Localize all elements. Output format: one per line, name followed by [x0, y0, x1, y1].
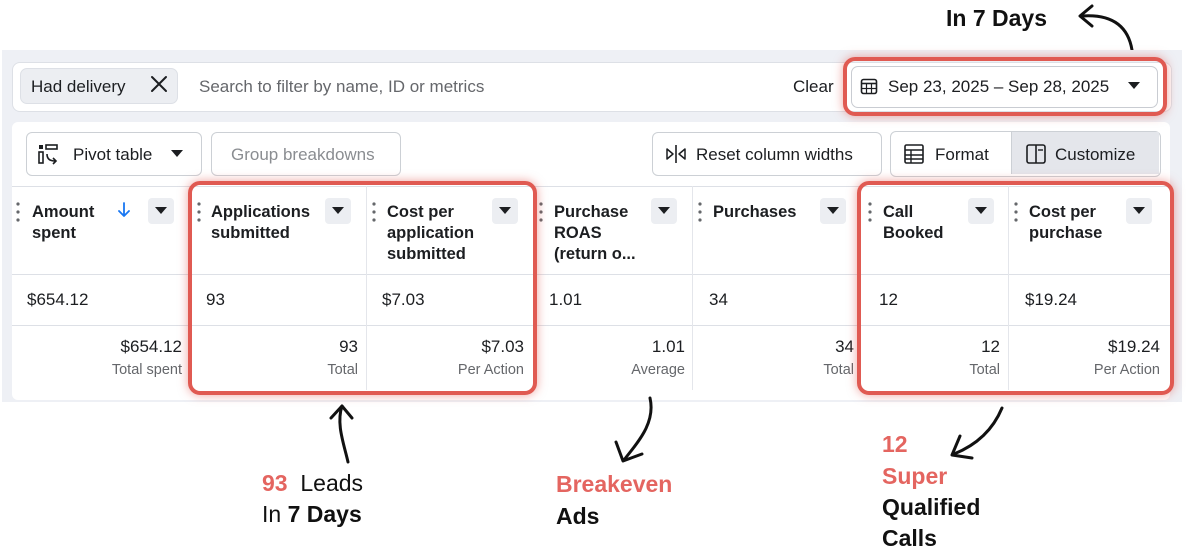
total-label: Average [631, 362, 685, 378]
highlight-applications [188, 181, 537, 395]
cell-purchase-roas: 1.01 [549, 290, 583, 309]
drag-handle-icon[interactable] [539, 201, 543, 223]
drag-handle-icon[interactable] [698, 201, 702, 223]
header-line: Purchase [554, 203, 629, 221]
filter-chip-label: Had delivery [31, 77, 126, 96]
annotation-leads: 93 Leads [262, 468, 363, 499]
drag-handle-icon[interactable] [16, 201, 20, 223]
annotation-ads: Ads [556, 503, 600, 529]
leads-number: 93 [262, 470, 288, 496]
leads-days: 7 Days [287, 501, 362, 527]
chevron-down-icon [827, 207, 839, 214]
format-label: Format [935, 145, 989, 164]
reset-columns-icon [666, 145, 686, 163]
highlight-calls [857, 181, 1174, 395]
cell-purchases: 34 [709, 290, 728, 309]
annotation-calls-qualified: Qualified [882, 494, 981, 520]
pivot-table-label: Pivot table [73, 145, 153, 164]
total-amount-spent: $654.12 [120, 337, 182, 356]
format-icon [904, 144, 924, 164]
highlight-date-range [843, 57, 1167, 116]
column-menu-button[interactable] [148, 198, 174, 224]
curved-arrow-icon [614, 396, 653, 463]
column-menu-button[interactable] [820, 198, 846, 224]
sort-down-icon[interactable] [118, 202, 130, 218]
leads-in: In [262, 501, 282, 527]
annotation-calls-super: Super [882, 463, 948, 489]
total-purchases: 34 [835, 337, 854, 356]
column-header-purchase-roas[interactable]: Purchase ROAS (return o... [554, 202, 636, 265]
segment-divider [1011, 132, 1012, 174]
customize-icon [1026, 144, 1046, 164]
header-line: spent [32, 224, 77, 242]
column-header-amount-spent[interactable]: Amount spent [32, 202, 94, 244]
column-header-purchases[interactable]: Purchases [713, 202, 796, 223]
annotation-breakeven: Breakeven [556, 471, 673, 497]
pivot-table-icon [38, 144, 58, 165]
search-input[interactable]: Search to filter by name, ID or metrics [199, 77, 484, 97]
total-label: Total spent [111, 362, 182, 378]
customize-label: Customize [1055, 145, 1136, 164]
header-line: ROAS [554, 224, 602, 242]
annotation-calls-word: Calls [882, 525, 937, 551]
cell-amount-spent: $654.12 [27, 290, 89, 309]
close-icon[interactable] [148, 73, 170, 95]
header-line: (return o... [554, 245, 636, 263]
curved-arrow-icon [1078, 4, 1134, 52]
chevron-down-icon [155, 207, 167, 214]
chevron-down-icon [171, 150, 183, 157]
group-breakdowns-label: Group breakdowns [231, 145, 375, 164]
annotation-top: In 7 Days [946, 5, 1047, 31]
curved-arrow-icon [329, 404, 354, 464]
header-line: Purchases [713, 203, 797, 221]
column-divider [692, 186, 693, 390]
annotation-calls-number: 12 [882, 431, 908, 457]
annotation-leads-days: In 7 Days [262, 499, 362, 530]
reset-column-widths-label: Reset column widths [696, 145, 853, 164]
leads-word: Leads [300, 470, 364, 496]
column-menu-button[interactable] [651, 198, 677, 224]
total-purchase-roas: 1.01 [651, 337, 685, 356]
curved-arrow-icon [950, 406, 1004, 460]
clear-button[interactable]: Clear [793, 77, 834, 97]
total-label: Total [823, 362, 854, 378]
header-line: Amount [32, 203, 95, 221]
chevron-down-icon [658, 207, 670, 214]
